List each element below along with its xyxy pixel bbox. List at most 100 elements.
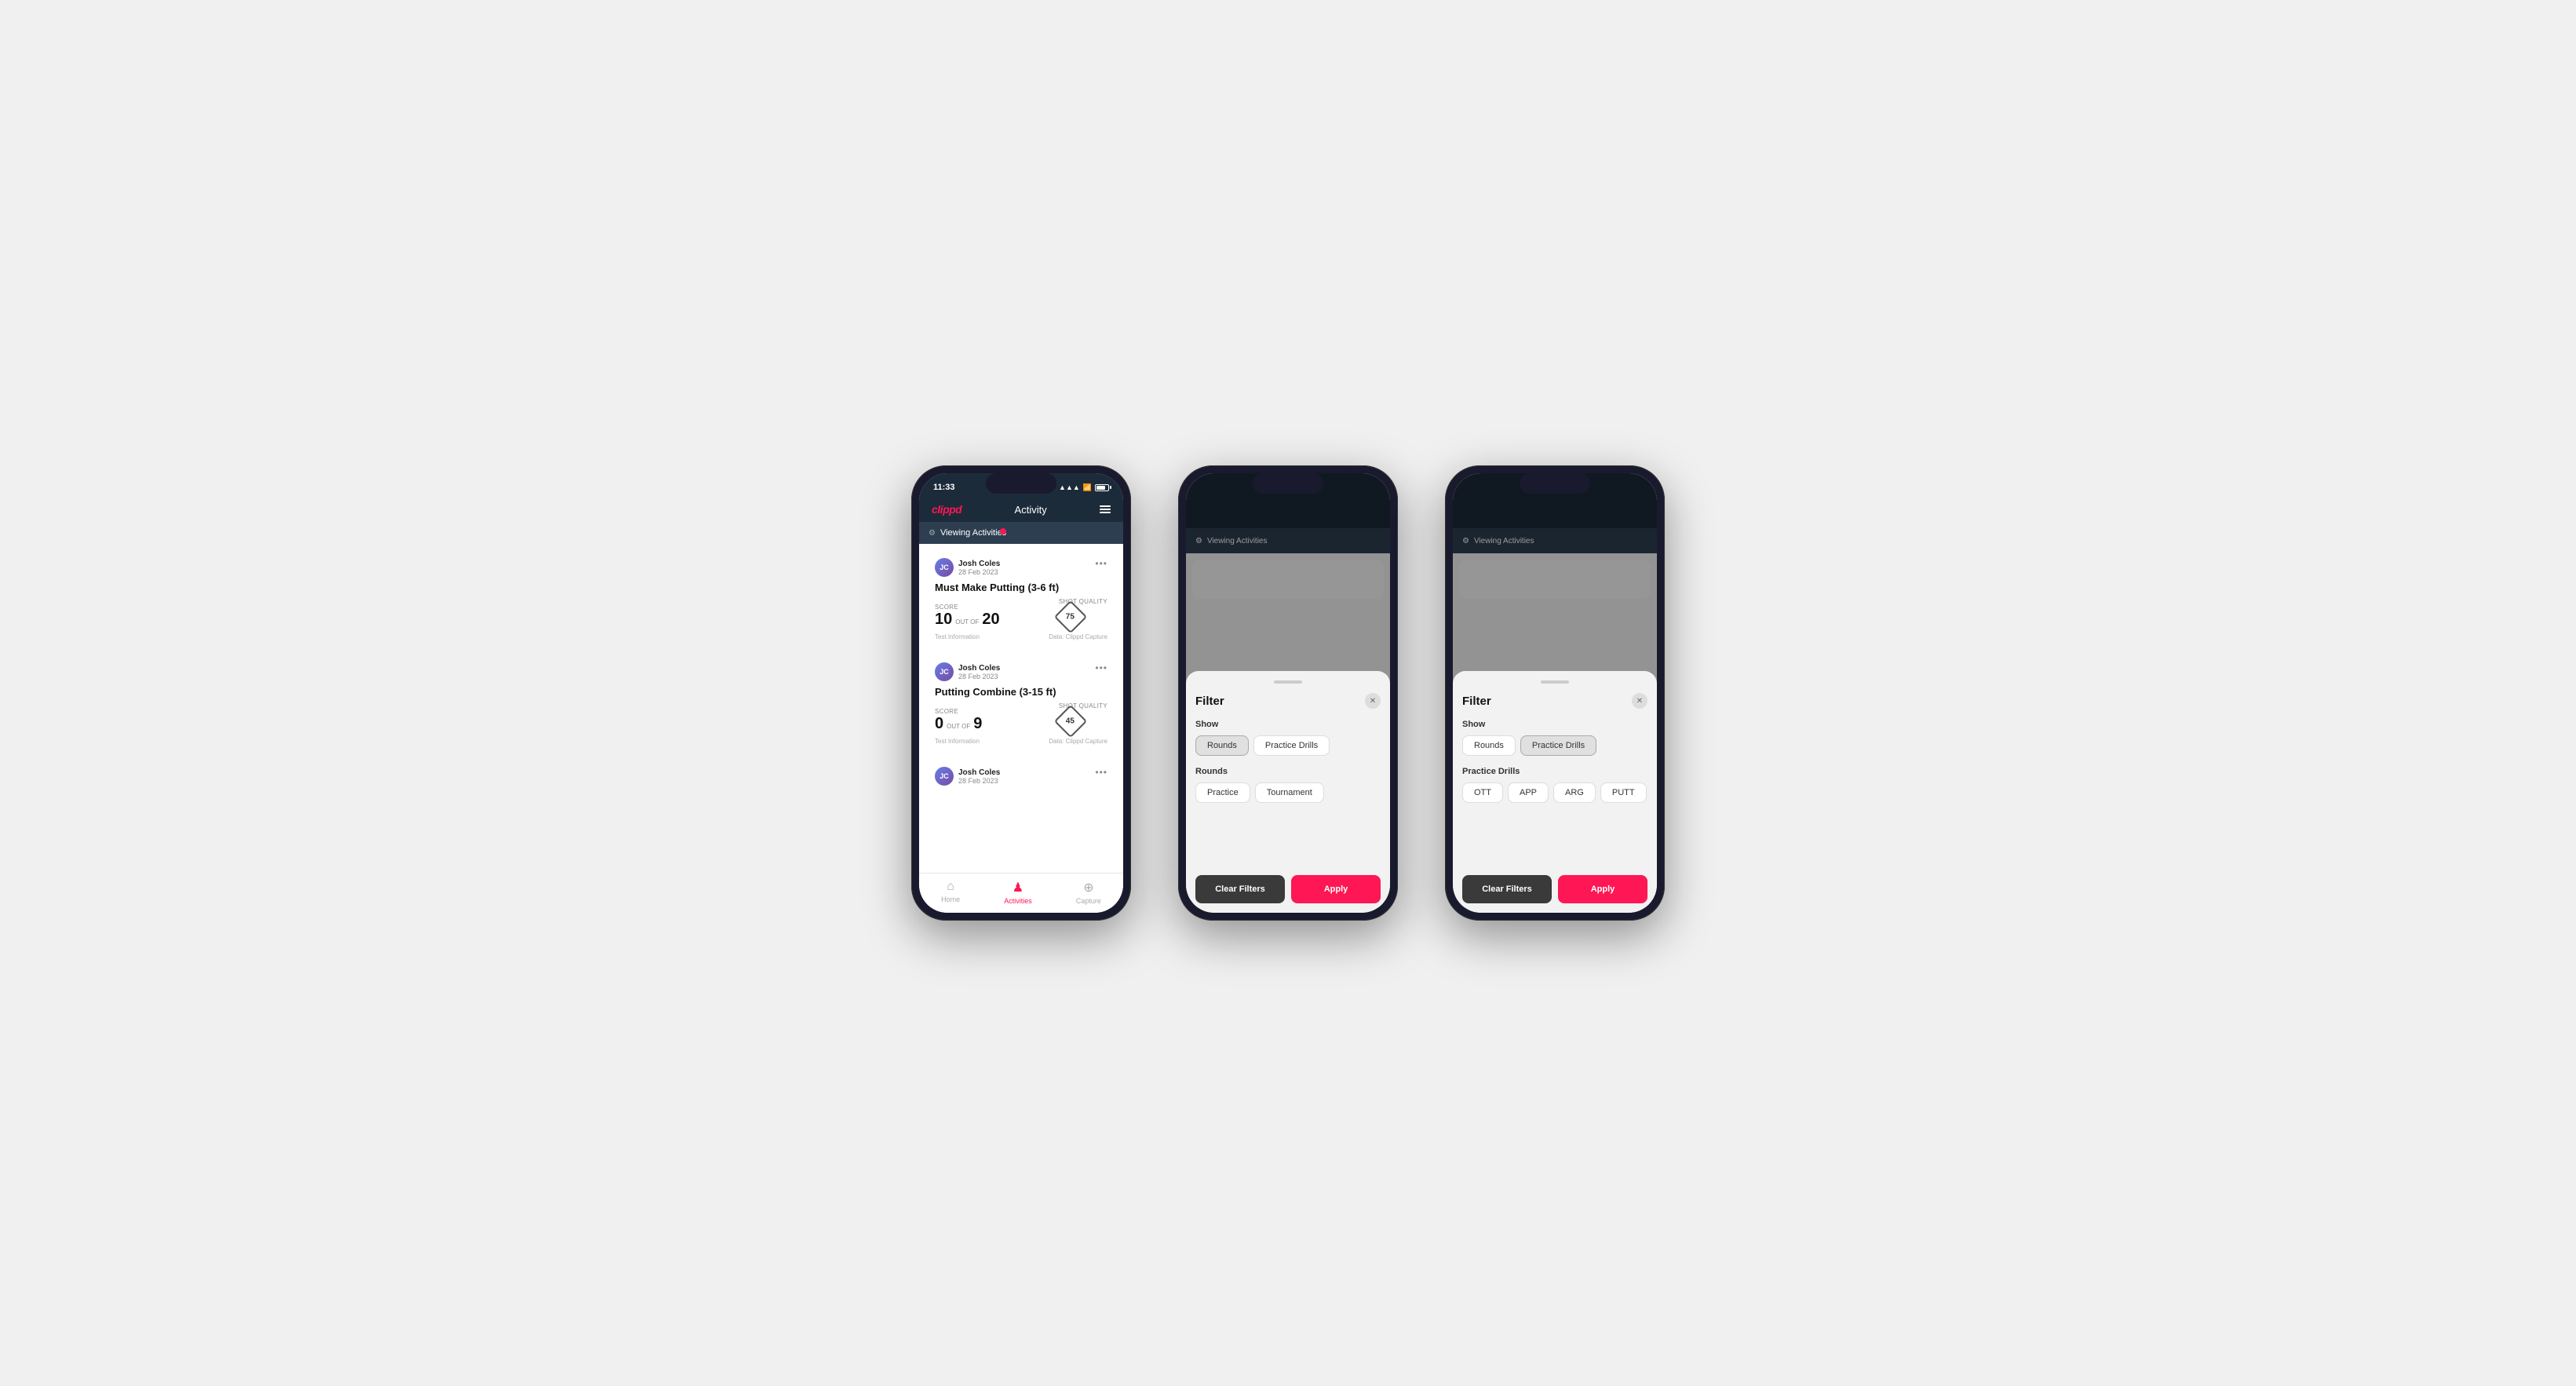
- filter-sliders-icon-1: ⚙: [929, 529, 936, 538]
- activity-card-2[interactable]: JC Josh Coles 28 Feb 2023 ••• Putting Co…: [925, 655, 1117, 753]
- out-of-1: OUT OF: [955, 618, 979, 626]
- putt-btn-3[interactable]: PUTT: [1600, 782, 1647, 803]
- app-btn-3[interactable]: APP: [1508, 782, 1549, 803]
- avatar-2: JC: [935, 662, 954, 681]
- filter-overlay-2: Filter ✕ Show Rounds Practice Drills Rou…: [1186, 473, 1390, 913]
- clear-filters-btn-2[interactable]: Clear Filters: [1195, 875, 1285, 903]
- tournament-btn-2[interactable]: Tournament: [1255, 782, 1324, 803]
- avatar-3: JC: [935, 767, 954, 786]
- filter-modal-3: Filter ✕ Show Rounds Practice Drills Pra…: [1453, 671, 1657, 913]
- apply-btn-3[interactable]: Apply: [1558, 875, 1647, 903]
- capture-icon-1: ⊕: [1083, 880, 1093, 895]
- practice-round-btn-2[interactable]: Practice: [1195, 782, 1250, 803]
- rounds-buttons-2: Practice Tournament: [1195, 782, 1381, 803]
- menu-button-1[interactable]: [1100, 505, 1111, 513]
- arg-btn-3[interactable]: ARG: [1553, 782, 1596, 803]
- activities-list-1: JC Josh Coles 28 Feb 2023 ••• Must Make …: [919, 544, 1123, 873]
- score-label-2: Score: [935, 708, 982, 715]
- show-buttons-3: Rounds Practice Drills: [1462, 735, 1647, 756]
- modal-title-3: Filter: [1462, 695, 1491, 708]
- more-icon-1[interactable]: •••: [1095, 558, 1107, 569]
- modal-footer-3: Clear Filters Apply: [1462, 866, 1647, 903]
- phones-container: 11:33 ▲▲▲ 📶 clippd Activity: [911, 465, 1665, 921]
- avatar-img-3: JC: [935, 767, 954, 786]
- user-details-1: Josh Coles 28 Feb 2023: [958, 560, 1000, 576]
- avatar-img-2: JC: [935, 662, 954, 681]
- filter-overlay-3: Filter ✕ Show Rounds Practice Drills Pra…: [1453, 473, 1657, 913]
- phone-3-screen: ⚙ Viewing Activities Filter ✕ Show: [1453, 473, 1657, 913]
- show-buttons-2: Rounds Practice Drills: [1195, 735, 1381, 756]
- bottom-nav-1: ⌂ Home ♟ Activities ⊕ Capture: [919, 873, 1123, 913]
- modal-header-2: Filter ✕: [1195, 693, 1381, 709]
- modal-close-2[interactable]: ✕: [1365, 693, 1381, 709]
- modal-close-3[interactable]: ✕: [1632, 693, 1647, 709]
- more-icon-3[interactable]: •••: [1095, 767, 1107, 778]
- user-date-1: 28 Feb 2023: [958, 568, 1000, 576]
- phone-1: 11:33 ▲▲▲ 📶 clippd Activity: [911, 465, 1131, 921]
- activity-card-1[interactable]: JC Josh Coles 28 Feb 2023 ••• Must Make …: [925, 550, 1117, 648]
- user-name-3: Josh Coles: [958, 768, 1000, 777]
- activities-icon-1: ♟: [1013, 880, 1023, 895]
- logo-1: clippd: [932, 503, 961, 516]
- nav-activities-1[interactable]: ♟ Activities: [1004, 880, 1032, 905]
- stats-container-1: Score 10 OUT OF 20 Shot Quality: [935, 598, 1107, 629]
- more-icon-2[interactable]: •••: [1095, 662, 1107, 673]
- battery-icon-1: [1095, 484, 1109, 491]
- nav-capture-1[interactable]: ⊕ Capture: [1076, 880, 1101, 905]
- rounds-show-btn-2[interactable]: Rounds: [1195, 735, 1249, 756]
- activity-card-3[interactable]: JC Josh Coles 28 Feb 2023 •••: [925, 759, 1117, 798]
- phone-1-screen: 11:33 ▲▲▲ 📶 clippd Activity: [919, 473, 1123, 913]
- rounds-label-2: Rounds: [1195, 767, 1381, 776]
- card-header-2: JC Josh Coles 28 Feb 2023 •••: [935, 662, 1107, 681]
- user-date-2: 28 Feb 2023: [958, 673, 1000, 680]
- show-label-3: Show: [1462, 720, 1647, 729]
- user-name-2: Josh Coles: [958, 664, 1000, 673]
- viewing-text-1: Viewing Activities: [940, 528, 1006, 538]
- stats-container-2: Score 0 OUT OF 9 Shot Quality: [935, 702, 1107, 733]
- stats-left-2: Score 0 OUT OF 9: [935, 708, 982, 733]
- home-label-1: Home: [941, 895, 960, 903]
- phone-2: ⚙ Viewing Activities Filter ✕ Show: [1178, 465, 1398, 921]
- avatar-1: JC: [935, 558, 954, 577]
- nav-home-1[interactable]: ⌂ Home: [941, 880, 960, 905]
- shot-quality-value-2: 45: [1066, 717, 1075, 726]
- card-footer-2: Test Information Data: Clippd Capture: [935, 738, 1107, 745]
- practice-drills-show-btn-2[interactable]: Practice Drills: [1253, 735, 1330, 756]
- clear-filters-btn-3[interactable]: Clear Filters: [1462, 875, 1552, 903]
- info-text-1: Test Information: [935, 633, 980, 640]
- user-name-1: Josh Coles: [958, 560, 1000, 568]
- rounds-show-btn-3[interactable]: Rounds: [1462, 735, 1516, 756]
- viewing-bar-inner-1: ⚙ Viewing Activities: [929, 528, 1006, 538]
- shots-value-2: 9: [973, 715, 982, 733]
- modal-handle-2: [1274, 680, 1302, 684]
- activity-title-2: Putting Combine (3-15 ft): [935, 686, 1107, 698]
- shot-quality-badge-2: 45: [1054, 705, 1087, 738]
- user-info-2: JC Josh Coles 28 Feb 2023: [935, 662, 1000, 681]
- score-group-2: Score 0 OUT OF 9: [935, 708, 982, 733]
- drills-buttons-3: OTT APP ARG PUTT: [1462, 782, 1647, 803]
- drills-section-3: Practice Drills OTT APP ARG PUTT: [1462, 767, 1647, 803]
- card-footer-1: Test Information Data: Clippd Capture: [935, 633, 1107, 640]
- ott-btn-3[interactable]: OTT: [1462, 782, 1503, 803]
- score-value-2: 0: [935, 715, 943, 733]
- shot-quality-badge-1: 75: [1054, 600, 1087, 633]
- phone-3-notch: [1520, 473, 1590, 494]
- practice-drills-show-btn-3[interactable]: Practice Drills: [1520, 735, 1596, 756]
- wifi-icon-1: 📶: [1083, 483, 1092, 492]
- out-of-2: OUT OF: [947, 723, 970, 730]
- shot-quality-group-1: Shot Quality 75: [1059, 598, 1107, 629]
- nav-title-1: Activity: [1015, 504, 1047, 516]
- shot-quality-group-2: Shot Quality 45: [1059, 702, 1107, 733]
- apply-btn-2[interactable]: Apply: [1291, 875, 1381, 903]
- user-details-2: Josh Coles 28 Feb 2023: [958, 664, 1000, 680]
- activity-title-1: Must Make Putting (3-6 ft): [935, 582, 1107, 593]
- show-section-3: Show Rounds Practice Drills: [1462, 720, 1647, 756]
- status-icons-1: ▲▲▲ 📶: [1059, 483, 1109, 492]
- activities-label-1: Activities: [1004, 897, 1032, 905]
- card-header-1: JC Josh Coles 28 Feb 2023 •••: [935, 558, 1107, 577]
- viewing-bar-1[interactable]: ⚙ Viewing Activities: [919, 522, 1123, 544]
- show-section-2: Show Rounds Practice Drills: [1195, 720, 1381, 756]
- modal-title-2: Filter: [1195, 695, 1224, 708]
- drills-label-3: Practice Drills: [1462, 767, 1647, 776]
- user-date-3: 28 Feb 2023: [958, 777, 1000, 785]
